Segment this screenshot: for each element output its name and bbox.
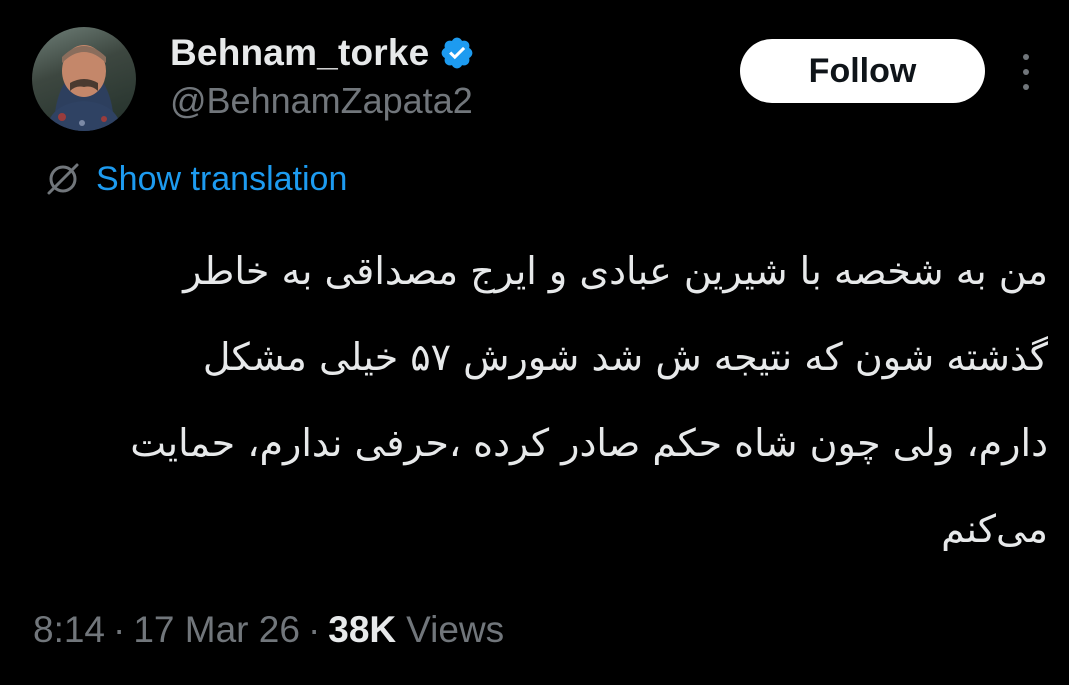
follow-button[interactable]: Follow <box>740 39 985 103</box>
tweet-date[interactable]: 17 Mar 26 <box>133 609 300 651</box>
verified-badge-icon[interactable] <box>439 35 475 71</box>
meta-separator: · <box>307 609 321 650</box>
tweet-time[interactable]: 8:14 <box>33 609 105 651</box>
more-dot <box>1023 84 1029 90</box>
author-display-name[interactable]: Behnam_torke <box>170 32 429 74</box>
translate-icon <box>44 160 82 198</box>
author-handle[interactable]: @BehnamZapata2 <box>170 80 473 122</box>
show-translation-link[interactable]: Show translation <box>44 158 347 200</box>
avatar-image <box>46 45 122 131</box>
views-label: Views <box>406 609 505 650</box>
views-count: 38K <box>328 609 397 650</box>
tweet-card: Behnam_torke @BehnamZapata2 Follow Show … <box>0 0 1069 685</box>
avatar[interactable] <box>32 27 136 131</box>
show-translation-label[interactable]: Show translation <box>96 160 347 199</box>
more-vertical-icon[interactable] <box>1012 50 1040 94</box>
tweet-text-line: من به شخصه با شیرین عبادی و ایرج مصداقی … <box>183 249 1048 293</box>
tweet-text-line: دارم، ولی چون شاه حکم صادر کرده ،حرفی ند… <box>130 421 1048 465</box>
meta-separator: · <box>113 609 126 650</box>
more-dot <box>1023 69 1029 75</box>
tweet-text: من به شخصه با شیرین عبادی و ایرج مصداقی … <box>30 228 1048 572</box>
tweet-text-line: می‌کنم <box>941 507 1048 551</box>
tweet-meta: 8:14 · 17 Mar 26 · 38K Views <box>33 604 504 656</box>
tweet-text-line: گذشته شون که نتیجه ش شد شورش ۵۷ خیلی مشک… <box>202 335 1048 379</box>
author-name-row: Behnam_torke <box>170 30 475 76</box>
more-dot <box>1023 54 1029 60</box>
